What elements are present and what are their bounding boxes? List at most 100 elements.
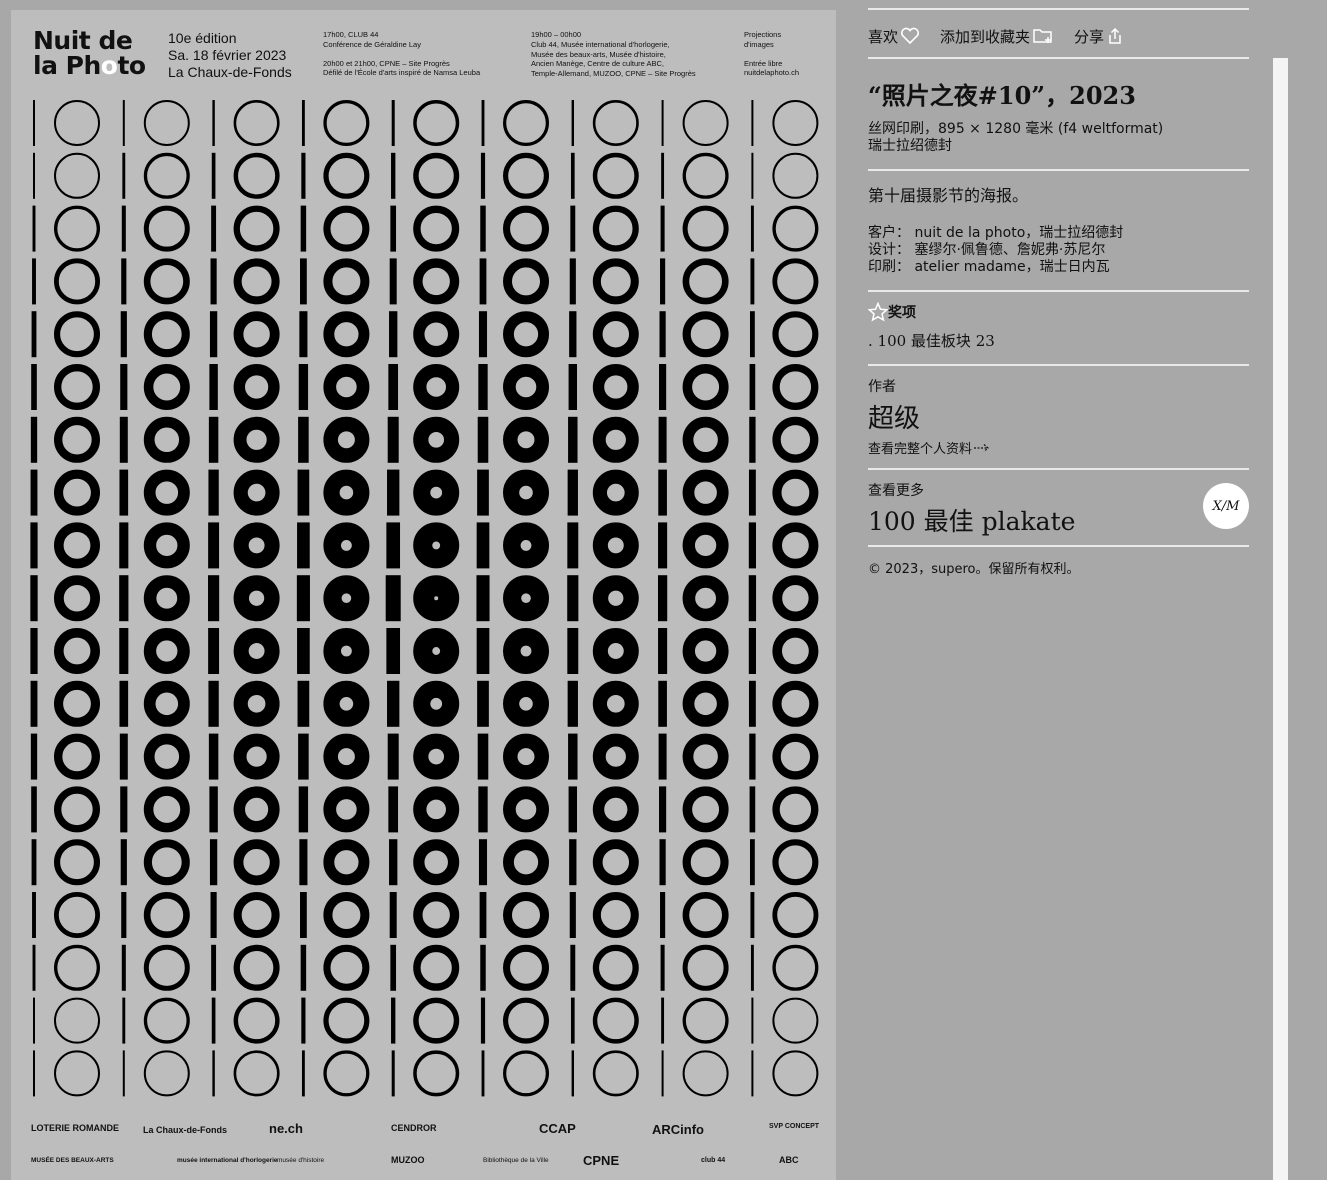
sponsor-logo: MUSÉE DES BEAUX-ARTS — [31, 1157, 114, 1164]
poster-ring — [143, 1050, 190, 1097]
poster-bar — [298, 733, 309, 780]
poster-sponsors: LOTERIE ROMANDE La Chaux-de-Fonds ne.ch … — [31, 1115, 821, 1175]
poster-ring — [323, 522, 370, 569]
poster-ring — [682, 944, 729, 991]
poster-image[interactable]: Nuit de la Photo 10e édition Sa. 18 févr… — [11, 10, 836, 1180]
poster-bar — [568, 733, 578, 780]
poster-ring — [502, 311, 550, 358]
poster-bar — [480, 205, 486, 252]
poster-bar — [121, 258, 127, 305]
poster-ring — [772, 944, 819, 991]
like-button[interactable]: 喜欢 — [868, 26, 920, 47]
poster-bar — [478, 364, 488, 410]
poster-bar — [30, 522, 38, 569]
poster-bar — [751, 997, 754, 1044]
poster-bar — [120, 364, 128, 410]
poster-bar — [567, 628, 579, 674]
poster-bar — [660, 892, 666, 938]
heart-icon — [900, 27, 920, 45]
poster-ring — [592, 1050, 639, 1097]
poster-ring — [54, 258, 100, 305]
view-profile-label: 查看完整个人资料 — [868, 442, 973, 457]
poster-bar — [477, 733, 489, 780]
poster-bar — [751, 100, 754, 146]
poster-text: Musée des beaux-arts, Musée d'histoire, — [531, 49, 666, 59]
poster-ring — [502, 680, 550, 727]
poster-bar — [476, 522, 490, 569]
poster-bar — [31, 364, 37, 410]
sponsor-logo: ABC — [779, 1155, 799, 1165]
poster-bar — [121, 205, 126, 252]
poster-bar — [751, 152, 754, 199]
poster-bar — [658, 628, 668, 674]
poster-bar — [300, 258, 307, 305]
poster-bar — [387, 469, 400, 516]
poster-ring — [233, 628, 280, 674]
sponsor-logo: ne.ch — [269, 1121, 303, 1136]
sponsor-logo: MUZOO — [391, 1155, 425, 1165]
poster-ring — [323, 311, 370, 358]
award-value[interactable]: . 100 最佳板块 23 — [868, 330, 995, 351]
poster-ring — [413, 997, 460, 1044]
poster-ring — [592, 99, 639, 147]
poster-ring — [233, 311, 280, 358]
poster-bar — [750, 205, 754, 252]
poster-text: Conférence de Géraldine Lay — [323, 39, 421, 49]
poster-bar — [31, 786, 37, 833]
poster-bar — [569, 311, 577, 358]
poster-ring — [233, 944, 280, 991]
collection-logo-text: X/M — [1212, 498, 1240, 514]
poster-title-accent: o — [100, 51, 118, 80]
see-more-link[interactable]: 100 最佳 plakate — [868, 502, 1075, 538]
poster-ring — [502, 575, 550, 622]
poster-bar — [120, 839, 127, 886]
sponsor-logo: Bibliothèque de la Ville — [483, 1157, 549, 1164]
poster-ring — [323, 205, 370, 252]
poster-ring — [53, 627, 100, 674]
poster-ring — [143, 258, 190, 305]
poster-bar — [661, 152, 665, 199]
poster-bar — [391, 1050, 395, 1097]
poster-bar — [386, 628, 401, 674]
scrollbar-track[interactable] — [1273, 58, 1288, 1180]
award-heading: 奖项 — [868, 302, 916, 322]
poster-ring — [503, 733, 549, 780]
poster-bar — [121, 892, 127, 938]
view-profile-link[interactable]: 查看完整个人资料 — [868, 438, 992, 457]
poster-ring — [233, 469, 280, 516]
poster-ring — [682, 258, 729, 305]
poster-bar — [477, 469, 489, 516]
poster-ring — [592, 628, 639, 674]
collection-logo-badge[interactable]: X/M — [1203, 483, 1249, 529]
poster-ring — [413, 363, 460, 410]
poster-bar — [120, 311, 127, 358]
poster-bar — [749, 733, 756, 780]
sponsor-logo: SVP CONCEPT — [769, 1123, 820, 1130]
poster-bar — [122, 100, 125, 146]
divider — [868, 169, 1249, 171]
poster-ring — [233, 522, 280, 569]
share-button[interactable]: 分享 — [1074, 26, 1124, 47]
poster-bar — [748, 469, 756, 516]
poster-title-line1: Nuit de — [33, 26, 133, 55]
poster-ring — [143, 786, 190, 833]
poster-bar — [659, 839, 666, 886]
poster-ring — [772, 786, 819, 833]
poster-bar — [211, 205, 217, 252]
poster-bar — [208, 522, 220, 569]
poster-bar — [32, 892, 36, 938]
poster-ring — [503, 522, 549, 569]
poster-ring — [772, 839, 819, 886]
author-name[interactable]: 超级 — [868, 398, 920, 435]
sponsor-logo: musée international d'horlogerie — [177, 1157, 278, 1164]
poster-text: d'images — [744, 39, 774, 49]
poster-bar — [32, 205, 36, 252]
poster-bar — [386, 522, 401, 569]
poster-bar — [31, 839, 37, 886]
poster-ring — [503, 1050, 550, 1097]
poster-ring — [413, 891, 460, 938]
poster-ring — [772, 258, 819, 305]
add-to-collection-button[interactable]: 添加到收藏夹 — [940, 26, 1054, 47]
poster-ring — [323, 733, 370, 780]
poster-bar — [391, 100, 395, 146]
